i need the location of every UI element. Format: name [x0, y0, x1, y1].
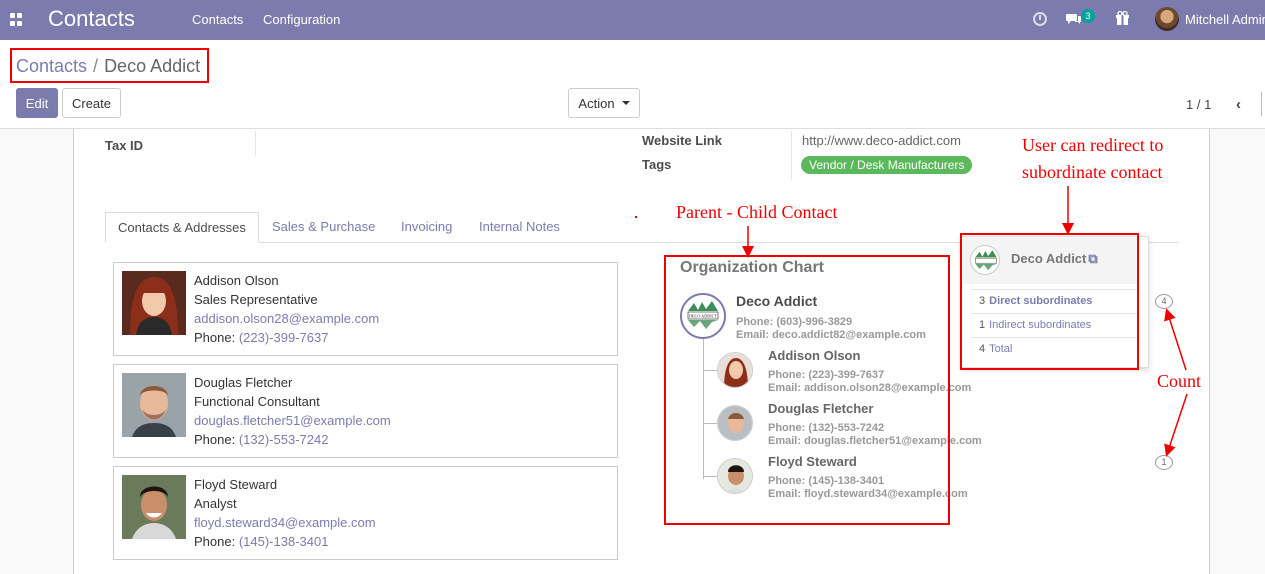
tab-contacts-addresses[interactable]: Contacts & Addresses	[105, 212, 259, 243]
phone-label: Phone:	[194, 534, 236, 549]
contact-name: Douglas Fletcher	[194, 375, 293, 390]
annotation-count: Count	[1157, 371, 1202, 391]
contact-phone-row: Phone: (223)-399-7637	[194, 330, 328, 345]
phone-label: Phone:	[194, 330, 236, 345]
field-divider	[255, 131, 256, 155]
tab-invoicing[interactable]: Invoicing	[389, 212, 464, 243]
contact-phone-row: Phone: (145)-138-3401	[194, 534, 328, 549]
contact-card[interactable]: Addison Olson Sales Representative addis…	[113, 262, 618, 356]
pager-edge	[1261, 92, 1262, 116]
contact-phone[interactable]: (223)-399-7637	[239, 330, 329, 345]
tab-sales-purchase[interactable]: Sales & Purchase	[260, 212, 387, 243]
contact-photo	[122, 271, 186, 335]
contact-email[interactable]: floyd.steward34@example.com	[194, 515, 376, 530]
contact-name: Floyd Steward	[194, 477, 278, 492]
user-menu-name[interactable]: Mitchell Admin	[1185, 12, 1265, 27]
website-label: Website Link	[642, 133, 722, 148]
contact-phone[interactable]: (132)-553-7242	[239, 432, 329, 447]
gift-icon[interactable]	[1115, 11, 1130, 26]
tags-label: Tags	[642, 157, 672, 172]
annotation-box-org-chart	[664, 255, 950, 525]
contact-phone[interactable]: (145)-138-3401	[239, 534, 329, 549]
field-divider	[791, 131, 792, 179]
annotation-parent-child: Parent - Child Contact	[676, 202, 838, 222]
annotation-box-popover	[960, 233, 1139, 370]
annotation-box-breadcrumb	[10, 48, 209, 83]
contact-email[interactable]: addison.olson28@example.com	[194, 311, 379, 326]
contact-card[interactable]: Floyd Steward Analyst floyd.steward34@ex…	[113, 466, 618, 560]
chevron-left-icon[interactable]: ‹	[1236, 96, 1241, 113]
user-avatar[interactable]	[1155, 7, 1179, 31]
caret-down-icon	[621, 101, 630, 105]
create-button[interactable]: Create	[62, 88, 121, 118]
subordinate-count-badge[interactable]: 1	[1155, 455, 1173, 470]
phone-label: Phone:	[194, 432, 236, 447]
edit-button[interactable]: Edit	[16, 88, 58, 118]
contact-function: Functional Consultant	[194, 394, 320, 409]
contact-function: Analyst	[194, 496, 237, 511]
annotation-redirect-line1: User can redirect to	[1022, 135, 1164, 155]
contact-card[interactable]: Douglas Fletcher Functional Consultant d…	[113, 364, 618, 458]
contact-photo	[122, 373, 186, 437]
annotation-dot	[635, 216, 637, 218]
annotation-redirect-line2: subordinate contact	[1022, 162, 1163, 182]
contact-name: Addison Olson	[194, 273, 279, 288]
tax-id-label: Tax ID	[105, 138, 144, 153]
app-title: Contacts	[48, 6, 135, 31]
action-label: Action	[578, 95, 615, 111]
top-navbar: Contacts Contacts Configuration 3 Mitche…	[0, 0, 1265, 40]
menu-configuration[interactable]: Configuration	[263, 12, 340, 27]
menu-contacts[interactable]: Contacts	[192, 12, 243, 27]
tab-internal-notes[interactable]: Internal Notes	[467, 212, 572, 243]
tag-badge[interactable]: Vendor / Desk Manufacturers	[801, 156, 973, 174]
activity-clock-icon[interactable]	[1033, 12, 1047, 26]
pager-value[interactable]: 1 / 1	[1186, 97, 1211, 112]
contact-function: Sales Representative	[194, 292, 318, 307]
chat-icon[interactable]	[1066, 12, 1082, 25]
contact-photo	[122, 475, 186, 539]
website-link[interactable]: http://www.deco-addict.com	[802, 133, 961, 148]
chat-count-badge: 3	[1081, 9, 1095, 23]
contact-email[interactable]: douglas.fletcher51@example.com	[194, 413, 391, 428]
subordinate-count-badge[interactable]: 4	[1155, 294, 1173, 309]
action-dropdown-button[interactable]: Action	[568, 88, 640, 118]
apps-menu-icon[interactable]	[10, 13, 23, 26]
contact-phone-row: Phone: (132)-553-7242	[194, 432, 328, 447]
